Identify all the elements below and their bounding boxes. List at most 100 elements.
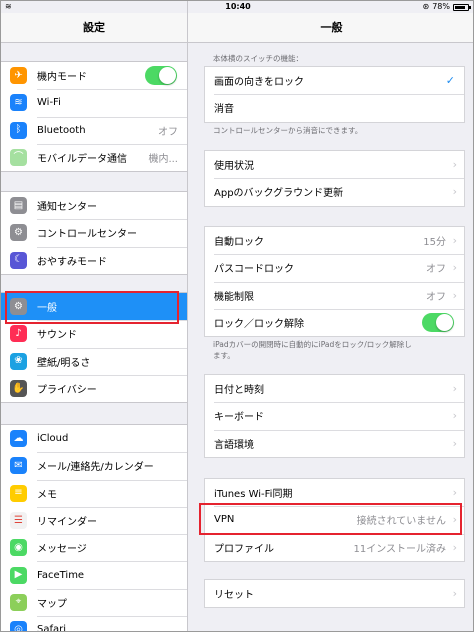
sidebar-item-speaker-icon[interactable]: ♪ サウンド — [1, 320, 187, 347]
sidebar-item-messages-icon[interactable]: ◉ メッセージ — [1, 534, 187, 561]
orientation-lock-icon: ⊛ — [422, 2, 430, 11]
facetime-icon: ▶ — [10, 566, 27, 584]
sidebar-title: 設定 — [1, 13, 187, 43]
mail-icon: ✉ — [10, 457, 27, 475]
setting-row-item-1[interactable]: Appのバックグラウンド更新 › — [205, 178, 464, 205]
icloud-icon: ☁ — [10, 430, 27, 448]
sidebar-item-wifi-icon[interactable]: ≋ Wi-Fi — [1, 89, 187, 116]
sidebar-item-cellular-icon[interactable]: ⌒ モバイルデータ通信 機内... — [1, 143, 187, 171]
setting-row-item-0[interactable]: iTunes Wi-Fi同期 › — [205, 479, 464, 506]
chevron-right-icon: › — [452, 513, 457, 527]
toggle-switch[interactable] — [422, 313, 454, 333]
row-label: プライバシー — [37, 385, 97, 397]
sidebar-item-notes-icon[interactable]: ≡ メモ — [1, 479, 187, 507]
setting-row-item-0[interactable]: 自動ロック 15分 › — [205, 227, 464, 254]
group-usage: 使用状況 › Appのバックグラウンド更新 › — [204, 150, 465, 207]
sidebar-item-hand-icon[interactable]: ✋ プライバシー — [1, 374, 187, 402]
row-label: コントロールセンター — [37, 229, 137, 241]
row-value: オフ — [426, 291, 446, 303]
row-value: 15分 — [423, 237, 446, 249]
row-label: リセット — [214, 590, 254, 602]
sidebar-item-airplane-icon[interactable]: ✈ 機内モード — [1, 62, 187, 89]
side-switch-note: コントロールセンターから消音にできます。 — [213, 126, 363, 135]
setting-row-item-1[interactable]: 消音 — [205, 94, 464, 121]
setting-row-item-1[interactable]: パスコードロック オフ › — [205, 254, 464, 281]
chevron-right-icon: › — [452, 158, 457, 172]
sidebar-item-safari-icon[interactable]: ◎ Safari — [1, 616, 187, 632]
chevron-right-icon: › — [452, 185, 457, 199]
group-vpn: iTunes Wi-Fi同期 › VPN 接続されていません › プロファイル 11インスト… — [204, 478, 465, 562]
wifi-icon: ≋ — [10, 94, 27, 112]
lock-note-line-1: iPadカバーの開閉時に自動的にiPadをロック/ロック解除し — [213, 340, 412, 349]
battery-icon — [453, 3, 471, 11]
row-label: モバイルデータ通信 — [37, 154, 127, 166]
setting-row-item-2[interactable]: 機能制限 オフ › — [205, 281, 464, 309]
setting-row-item-0[interactable]: 使用状況 › — [205, 151, 464, 178]
toggle-switch[interactable] — [145, 66, 177, 86]
notes-icon: ≡ — [10, 484, 27, 502]
sidebar-item-gear-icon[interactable]: ⚙ 一般 — [1, 293, 187, 321]
sidebar-group-connectivity: ✈ 機内モード ≋ Wi-Fi ᛒ Bluetooth オフ ⌒ モバイルデータ通信 機内... — [1, 61, 187, 173]
control-center-icon: ⚙ — [10, 224, 27, 242]
setting-row-item-2[interactable]: プロファイル 11インストール済み › — [205, 533, 464, 561]
row-label: Appのバックグラウンド更新 — [214, 188, 344, 200]
row-label: マップ — [37, 598, 67, 610]
setting-row-item-1[interactable]: キーボード › — [205, 402, 464, 429]
row-label: リマインダー — [37, 517, 97, 529]
group-reset: リセット › — [204, 579, 465, 609]
row-label: Bluetooth — [37, 124, 86, 136]
row-value: 11インストール済み — [353, 543, 446, 555]
notification-center-icon: ▤ — [10, 197, 27, 215]
row-label: 一般 — [37, 303, 57, 315]
setting-row-item-2[interactable]: 言語環境 › — [205, 429, 464, 457]
chevron-right-icon: › — [452, 409, 457, 423]
safari-icon: ◎ — [10, 621, 27, 631]
row-label: プロファイル — [214, 543, 274, 555]
row-label: キーボード — [214, 412, 264, 424]
settings-sidebar: 設定 ✈ 機内モード ≋ Wi-Fi ᛒ Bluetooth オフ ⌒ モバイルデータ通信 機内.… — [1, 1, 188, 632]
messages-icon: ◉ — [10, 539, 27, 557]
setting-row-item-0[interactable]: 日付と時刻 › — [205, 375, 464, 402]
row-label: 機能制限 — [214, 291, 254, 303]
flower-icon: ❀ — [10, 352, 27, 370]
chevron-right-icon: › — [452, 234, 457, 248]
sidebar-item-bluetooth-icon[interactable]: ᛒ Bluetooth オフ — [1, 116, 187, 144]
row-label: サウンド — [37, 330, 77, 342]
sidebar-item-control-center-icon[interactable]: ⚙ コントロールセンター — [1, 219, 187, 246]
setting-row-item-3[interactable]: ロック／ロック解除 — [205, 308, 464, 336]
setting-row-item-1[interactable]: VPN 接続されていません › — [205, 506, 464, 533]
row-label: ロック／ロック解除 — [214, 319, 304, 331]
battery-percent: 78% — [432, 2, 450, 11]
sidebar-item-icloud-icon[interactable]: ☁ iCloud — [1, 425, 187, 452]
sidebar-item-facetime-icon[interactable]: ▶ FaceTime — [1, 561, 187, 588]
group-side-switch: 画面の向きをロック ✓ 消音 — [204, 66, 465, 123]
moon-icon: ☾ — [10, 251, 27, 269]
bluetooth-icon: ᛒ — [10, 121, 27, 139]
sidebar-item-reminders-icon[interactable]: ☰ リマインダー — [1, 506, 187, 534]
row-label: Safari — [37, 624, 67, 632]
status-bar: ≋ 10:40 ⊛ 78% — [1, 1, 473, 13]
maps-icon: ⌖ — [10, 593, 27, 611]
group-datetime: 日付と時刻 › キーボード › 言語環境 › — [204, 374, 465, 458]
sidebar-item-moon-icon[interactable]: ☾ おやすみモード — [1, 246, 187, 274]
sidebar-item-mail-icon[interactable]: ✉ メール/連絡先/カレンダー — [1, 452, 187, 479]
row-label: 消音 — [214, 104, 234, 116]
sidebar-item-flower-icon[interactable]: ❀ 壁紙/明るさ — [1, 347, 187, 375]
row-label: 言語環境 — [214, 439, 254, 451]
setting-row-item-0[interactable]: リセット › — [205, 580, 464, 607]
row-label: 壁紙/明るさ — [37, 357, 91, 369]
row-label: メール/連絡先/カレンダー — [37, 462, 154, 474]
sidebar-item-notification-center-icon[interactable]: ▤ 通知センター — [1, 192, 187, 219]
speaker-icon: ♪ — [10, 325, 27, 343]
checkmark-icon: ✓ — [445, 74, 455, 88]
chevron-right-icon: › — [452, 436, 457, 450]
status-time: 10:40 — [225, 2, 251, 11]
row-label: 通知センター — [37, 202, 97, 214]
row-value: 接続されていません — [356, 516, 446, 528]
sidebar-group-notifications: ▤ 通知センター ⚙ コントロールセンター ☾ おやすみモード — [1, 191, 187, 275]
row-label: 使用状況 — [214, 161, 254, 173]
row-label: iTunes Wi-Fi同期 — [214, 489, 293, 501]
setting-row-item-0[interactable]: 画面の向きをロック ✓ — [205, 67, 464, 94]
sidebar-item-maps-icon[interactable]: ⌖ マップ — [1, 588, 187, 616]
status-right: ⊛ 78% — [422, 1, 471, 13]
